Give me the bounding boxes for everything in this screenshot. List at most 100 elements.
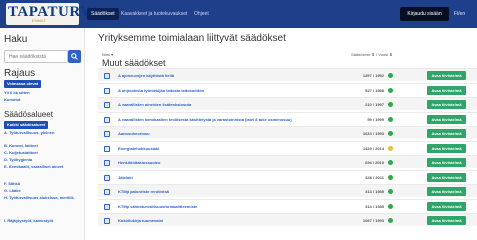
status-dot-icon	[388, 145, 393, 151]
status-dot-icon	[388, 131, 393, 136]
expand-toggle-icon[interactable]	[104, 218, 110, 224]
open-summary-button[interactable]: Avaa tiivistelmä	[427, 172, 466, 182]
open-summary-button[interactable]: Avaa tiivistelmä	[427, 71, 466, 80]
regulation-row[interactable]: A ohjeudesta työntekijän laitosta laitos…	[98, 82, 477, 97]
open-summary-button[interactable]: Avaa tiivistelmä	[427, 114, 466, 124]
top-navigation-bar: TAPATURVA EHMAT Säädökset Kaavakkeet ja …	[0, 0, 477, 28]
nav-saadokset[interactable]: Säädökset	[87, 8, 119, 20]
main-content: Yrityksemme toimialaan liittyvät säädöks…	[98, 28, 477, 240]
regulation-row[interactable]: A ajoneuvojen käyttöstä tiellä 1257 / 199…	[98, 68, 477, 81]
expand-toggle-icon[interactable]	[104, 160, 110, 166]
open-summary-button[interactable]: Avaa tiivistelmä	[427, 129, 466, 138]
regulation-number: 646 / 2011	[365, 174, 384, 180]
expand-toggle-icon[interactable]	[104, 203, 110, 210]
regulation-number: 59 / 1999	[367, 116, 384, 122]
open-summary-button[interactable]: Avaa tiivistelmä	[427, 216, 466, 225]
regulation-row[interactable]: KTMp palonriste rerotintsä 313 / 1985 Avaa…	[98, 184, 477, 197]
regulation-number: 527 / 1988	[365, 87, 384, 93]
area-link-a[interactable]: A. Työturvallisuus, yleinen	[4, 130, 82, 135]
regulation-row[interactable]: KTMp sähköturvallisuusformaalitteemiste 3…	[98, 198, 477, 213]
open-summary-button[interactable]: Avaa tiivistelmä	[427, 187, 466, 196]
language-switch[interactable]: Fi/en	[454, 8, 465, 20]
status-dot-icon	[388, 203, 393, 209]
status-dot-icon	[388, 189, 393, 194]
area-link-d[interactable]: D. Työhygienia	[4, 157, 82, 162]
sort-number-label: Säädösnro	[351, 52, 371, 57]
status-dot-icon	[388, 160, 393, 165]
regulation-number: 314 / 1985	[365, 203, 384, 209]
nav-ohjeet[interactable]: Ohjeet	[190, 8, 213, 20]
status-dot-icon	[388, 116, 393, 122]
area-link-e[interactable]: E. Kemikaalit, vaaralliset aineet	[4, 164, 82, 169]
expand-toggle-icon[interactable]	[104, 116, 110, 123]
filter-heading: Rajaus	[4, 68, 36, 79]
status-dot-icon	[388, 73, 393, 78]
open-summary-button[interactable]: Avaa tiivistelmä	[427, 158, 466, 167]
sort-by-number[interactable]: Säädösnro ⇕ / Vuosi ⇕	[351, 52, 393, 57]
regulation-row[interactable]: A vaarallisten kemikaalien teollisesta k…	[98, 111, 477, 126]
search-button[interactable]	[68, 50, 81, 63]
regulation-title[interactable]: Energiatehokkuuslaki	[118, 142, 159, 155]
area-link-c[interactable]: C. Kuljetuslaitteet	[4, 150, 82, 155]
regulation-row[interactable]: Energiatehokkuuslaki 1429 / 2014 Avaa tiiv…	[98, 140, 477, 155]
status-dot-icon	[388, 102, 393, 107]
regulation-number: 694 / 2010	[365, 160, 384, 165]
sort-year-label: / Vuosi	[375, 52, 389, 57]
filter-chip-valid[interactable]: Voimassa olevat	[4, 80, 42, 88]
expand-toggle-icon[interactable]	[104, 73, 110, 79]
status-dot-icon	[388, 87, 393, 93]
area-link-b[interactable]: B. Koneet, laitteet	[4, 143, 82, 148]
tapaturva-logo[interactable]: TAPATURVA EHMAT	[6, 3, 100, 25]
regulation-title[interactable]: Jätelaki	[118, 171, 133, 184]
regulation-number: 1633 / 1993	[362, 131, 384, 136]
regulation-title[interactable]: KTMp palonriste rerotintsä	[118, 185, 169, 198]
filter-link-repealed[interactable]: Kumotut	[4, 97, 82, 102]
areas-heading: Säädösalueet	[4, 110, 53, 119]
regulation-number: 1429 / 2014	[362, 145, 384, 151]
regulation-number: 1257 / 1992	[362, 73, 384, 78]
login-button[interactable]: Kirjaudu sisään	[400, 7, 449, 21]
expand-toggle-icon[interactable]	[104, 174, 110, 181]
regulation-number: 313 / 1985	[365, 189, 384, 194]
filter-link-6kk[interactable]: Yli 6 kk sitten	[4, 90, 82, 95]
area-link-h[interactable]: H. Työturvallisuus aluksissa, meriliik.	[4, 195, 82, 200]
area-link-g[interactable]: G. Lääke	[4, 188, 82, 193]
sort-by-name[interactable]: Nimi ▾	[102, 52, 113, 57]
expand-toggle-icon[interactable]	[104, 102, 110, 108]
expand-toggle-icon[interactable]	[104, 189, 110, 195]
status-dot-icon	[388, 218, 393, 223]
logo-subtext: EHMAT	[32, 18, 46, 23]
regulation-row[interactable]: A vaarallisten aineiden lisäteoksiosuta 2…	[98, 97, 477, 110]
regulation-row[interactable]: Aanosuheoriosu 1633 / 1993 Avaa tiivistelm…	[98, 126, 477, 139]
regulation-title[interactable]: Kokoilukirja tuumevaini	[118, 214, 163, 227]
search-icon	[71, 53, 78, 60]
sort-name-label: Nimi	[102, 52, 110, 57]
regulation-title[interactable]: A ohjeudesta työntekijän laitosta laitos…	[118, 84, 204, 97]
page-title: Yrityksemme toimialaan liittyvät säädöks…	[98, 33, 286, 44]
regulation-title[interactable]: Aanosuheoriosu	[118, 127, 150, 140]
regulation-title[interactable]: A ajoneuvojen käyttöstä tiellä	[118, 69, 174, 82]
regulation-number: 1087 / 1993	[362, 218, 384, 223]
regulation-row[interactable]: Jätelaki 646 / 2011 Avaa tiivistelmä	[98, 169, 477, 184]
areas-chip-all[interactable]: Kaikki säädösalueet	[4, 121, 49, 129]
regulation-title[interactable]: KTMp sähköturvallisuusformaalitteemiste	[118, 200, 197, 213]
open-summary-button[interactable]: Avaa tiivistelmä	[427, 143, 466, 153]
regulation-title[interactable]: A vaarallisten kemikaalien teollisesta k…	[118, 113, 292, 126]
expand-toggle-icon[interactable]	[104, 145, 110, 152]
area-link-f[interactable]: F. Sähkö	[4, 181, 82, 186]
regulation-row[interactable]: Henkilöhitakiussuoleo 694 / 2010 Avaa tiiv…	[98, 155, 477, 168]
regulation-number: 210 / 1997	[365, 102, 384, 107]
status-dot-icon	[388, 174, 393, 180]
expand-toggle-icon[interactable]	[104, 87, 110, 94]
nav-kaavakkeet[interactable]: Kaavakkeet ja tuotekuvaukset	[117, 8, 191, 20]
search-input[interactable]	[4, 50, 68, 63]
expand-toggle-icon[interactable]	[104, 131, 110, 137]
open-summary-button[interactable]: Avaa tiivistelmä	[427, 100, 466, 109]
search-heading: Haku	[4, 34, 28, 45]
regulation-title[interactable]: Henkilöhitakiussuoleo	[118, 156, 160, 169]
open-summary-button[interactable]: Avaa tiivistelmä	[427, 85, 466, 95]
area-link-i[interactable]: I. Räjäytystyöt, kaivostyöt	[4, 218, 82, 223]
regulation-row[interactable]: Kokoilukirja tuumevaini 1087 / 1993 Avaa t…	[98, 213, 477, 226]
regulation-title[interactable]: A vaarallisten aineiden lisäteoksiosuta	[118, 98, 191, 111]
open-summary-button[interactable]: Avaa tiivistelmä	[427, 201, 466, 211]
